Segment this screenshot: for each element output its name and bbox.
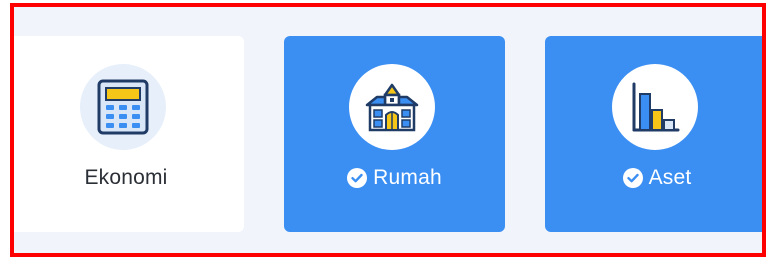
card-label: Aset bbox=[545, 166, 762, 194]
card-label-text: Aset bbox=[648, 166, 692, 189]
check-circle-icon bbox=[347, 168, 368, 188]
bar-chart-icon bbox=[612, 64, 698, 150]
category-card-rumah[interactable]: Rumah bbox=[284, 36, 505, 232]
calculator-icon bbox=[80, 64, 166, 150]
category-card-ekonomi[interactable]: Ekonomi bbox=[14, 36, 244, 232]
card-label-text: Rumah bbox=[373, 166, 442, 189]
house-icon bbox=[349, 64, 435, 150]
card-label: Ekonomi bbox=[14, 166, 244, 190]
card-label: Rumah bbox=[284, 166, 505, 194]
category-card-aset[interactable]: Aset bbox=[545, 36, 762, 232]
card-label-text: Ekonomi bbox=[84, 166, 168, 189]
check-circle-icon bbox=[622, 168, 643, 188]
highlight-frame: Ekonomi Rumah Aset bbox=[10, 3, 766, 257]
